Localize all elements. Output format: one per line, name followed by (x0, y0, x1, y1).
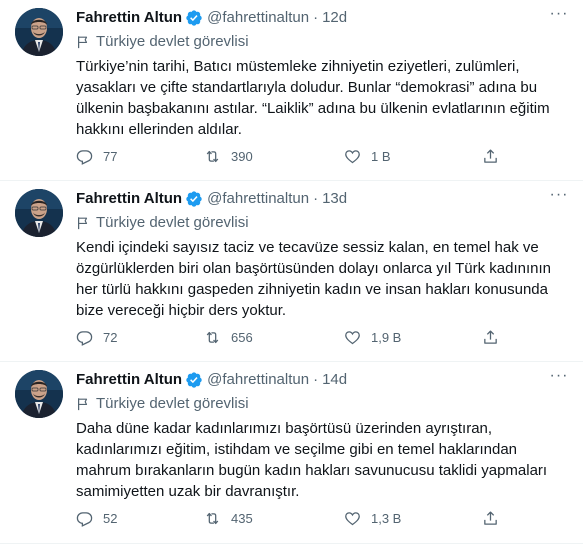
like-button[interactable]: 1,9 B (344, 329, 401, 346)
author-handle[interactable]: @fahrettinaltun (207, 189, 309, 209)
avatar[interactable] (15, 8, 63, 56)
reply-count: 72 (103, 330, 118, 345)
tweet-actions: 52 435 1,3 B (76, 510, 506, 530)
government-label[interactable]: Türkiye devlet görevlisi (76, 32, 249, 52)
tweet-actions: 77 390 1 B (76, 148, 506, 168)
tweet-header: Fahrettin Altun @fahrettinaltun · 12d (76, 8, 347, 28)
retweet-count: 390 (231, 149, 253, 164)
like-count: 1 B (371, 149, 391, 164)
share-icon (484, 511, 497, 525)
tweet[interactable]: Fahrettin Altun @fahrettinaltun · 14d ··… (0, 362, 583, 544)
reply-button[interactable]: 77 (76, 148, 117, 165)
avatar[interactable] (15, 370, 63, 418)
author-name[interactable]: Fahrettin Altun (76, 8, 182, 28)
flag-icon (76, 216, 90, 230)
tweet-timestamp[interactable]: 14d (322, 370, 347, 390)
flag-icon (76, 35, 90, 49)
like-icon (345, 512, 360, 526)
retweet-icon (206, 512, 219, 525)
share-icon (484, 149, 497, 163)
separator-dot: · (313, 9, 319, 26)
verified-badge-icon (185, 9, 203, 27)
tweet-text: Türkiye’nin tarihi, Batıcı müstemleke zi… (76, 58, 550, 138)
more-icon[interactable]: ··· (549, 187, 569, 209)
reply-icon (76, 512, 93, 527)
tweet-actions: 72 656 1,9 B (76, 329, 506, 349)
reply-count: 77 (103, 149, 118, 164)
reply-icon (76, 150, 93, 165)
retweet-icon (206, 331, 219, 344)
like-button[interactable]: 1,3 B (344, 510, 401, 527)
like-icon (345, 150, 360, 164)
author-handle[interactable]: @fahrettinaltun (207, 8, 309, 28)
reply-button[interactable]: 72 (76, 329, 117, 346)
retweet-icon (206, 150, 219, 163)
tweet-timestamp[interactable]: 13d (322, 189, 347, 209)
more-icon[interactable]: ··· (549, 6, 569, 28)
tweet[interactable]: Fahrettin Altun @fahrettinaltun · 13d ··… (0, 181, 583, 362)
verified-badge-icon (185, 190, 203, 208)
tweet-text: Daha düne kadar kadınlarımızı başörtüsü … (76, 420, 548, 500)
tweet-text: Kendi içindeki sayısız taciz ve tecavüze… (76, 239, 552, 319)
retweet-count: 656 (231, 330, 253, 345)
government-label-text: Türkiye devlet görevlisi (96, 33, 249, 50)
retweet-button[interactable]: 390 (204, 148, 253, 165)
share-button[interactable] (482, 329, 509, 346)
author-name[interactable]: Fahrettin Altun (76, 370, 182, 390)
like-count: 1,3 B (371, 511, 402, 526)
separator-dot: · (313, 190, 319, 207)
tweet-header: Fahrettin Altun @fahrettinaltun · 14d (76, 370, 347, 390)
share-icon (484, 330, 497, 344)
author-handle[interactable]: @fahrettinaltun (207, 370, 309, 390)
government-label[interactable]: Türkiye devlet görevlisi (76, 394, 249, 414)
tweet-timestamp[interactable]: 12d (322, 8, 347, 28)
share-button[interactable] (482, 148, 509, 165)
separator-dot: · (313, 371, 319, 388)
reply-button[interactable]: 52 (76, 510, 117, 527)
retweet-count: 435 (231, 511, 253, 526)
more-icon[interactable]: ··· (549, 368, 569, 390)
tweet-header: Fahrettin Altun @fahrettinaltun · 13d (76, 189, 347, 209)
like-icon (345, 331, 360, 345)
verified-badge-icon (185, 371, 203, 389)
reply-count: 52 (103, 511, 118, 526)
government-label-text: Türkiye devlet görevlisi (96, 395, 249, 412)
government-label-text: Türkiye devlet görevlisi (96, 214, 249, 231)
share-button[interactable] (482, 510, 509, 527)
reply-icon (76, 331, 93, 346)
tweet[interactable]: Fahrettin Altun @fahrettinaltun · 12d ··… (0, 0, 583, 181)
avatar[interactable] (15, 189, 63, 237)
government-label[interactable]: Türkiye devlet görevlisi (76, 213, 249, 233)
retweet-button[interactable]: 435 (204, 510, 253, 527)
retweet-button[interactable]: 656 (204, 329, 253, 346)
flag-icon (76, 397, 90, 411)
like-count: 1,9 B (371, 330, 402, 345)
author-name[interactable]: Fahrettin Altun (76, 189, 182, 209)
like-button[interactable]: 1 B (344, 148, 391, 165)
